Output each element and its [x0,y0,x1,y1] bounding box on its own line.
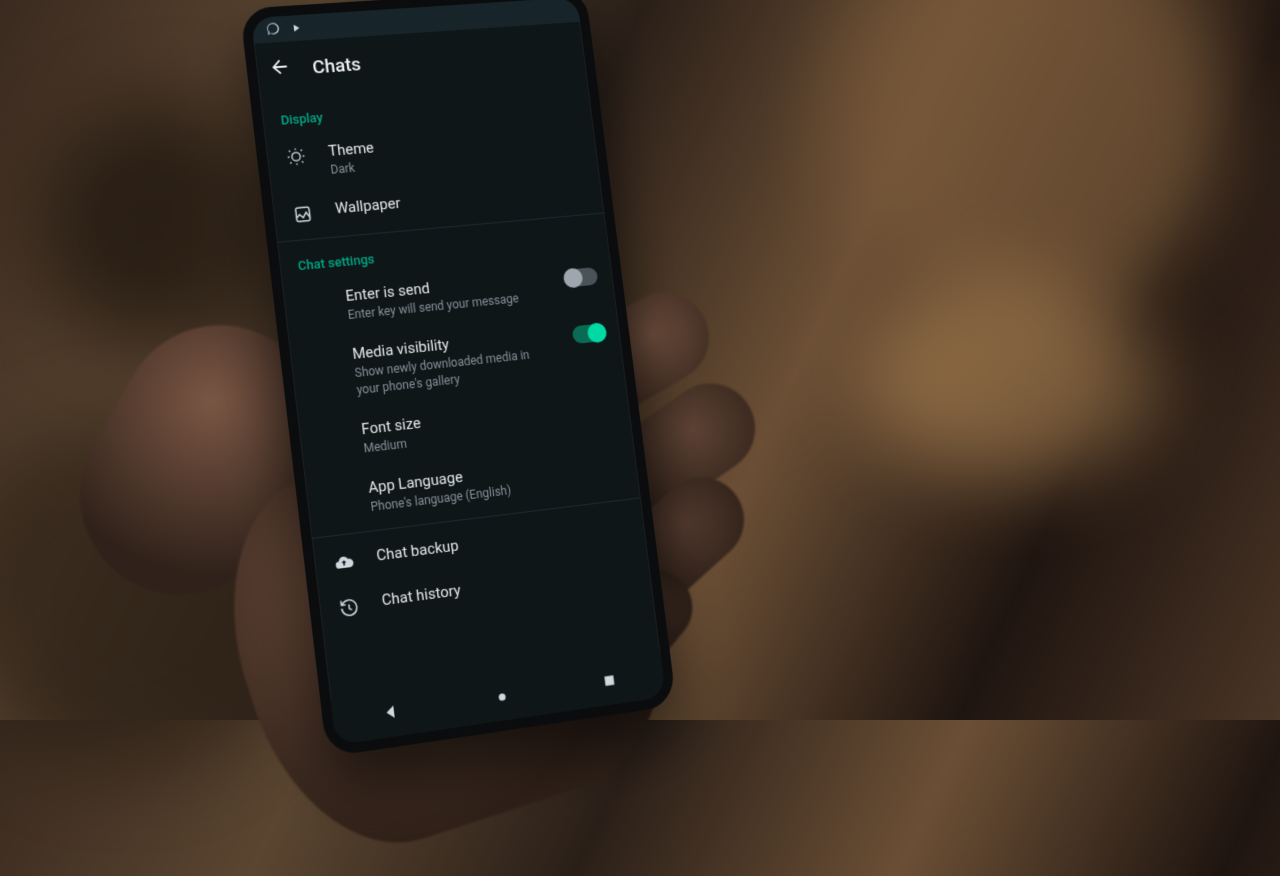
nav-recents-button[interactable] [601,672,619,694]
theme-icon [284,146,308,168]
spacer-icon [301,291,323,293]
back-button[interactable] [267,55,292,82]
enter-is-send-toggle[interactable] [565,267,599,288]
whatsapp-notification-icon [265,20,281,40]
nav-back-button[interactable] [381,702,402,727]
phone-frame: Chats Display Theme Dark Wallpaper [240,0,677,757]
android-nav-bar [331,653,667,745]
cloud-upload-icon [332,551,356,574]
nav-home-button[interactable] [494,688,510,709]
wallpaper-icon [291,204,315,226]
play-store-icon [289,18,303,37]
page-title: Chats [311,52,362,78]
media-visibility-toggle[interactable] [572,324,606,345]
history-icon [337,596,361,619]
spacer-icon [324,483,346,486]
spacer-icon [308,350,330,352]
spacer-icon [317,424,339,426]
